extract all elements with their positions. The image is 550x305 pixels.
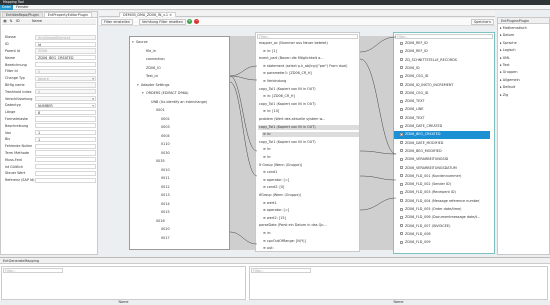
plugin-category[interactable]: ▸ Gruppen [500, 69, 518, 76]
plugin-category-label: Default [502, 85, 516, 90]
plugin-category[interactable]: ▸ Default [500, 84, 515, 91]
connection-line [359, 58, 397, 155]
plugin-category-label: Datum [502, 33, 515, 38]
connection-line [359, 36, 397, 53]
bottom-tab[interactable]: EntGenerateMapping [0, 258, 550, 264]
bottom-search-input-right[interactable]: Filter... [251, 268, 311, 273]
connection-line [359, 175, 397, 181]
connection-line [359, 197, 397, 211]
plugin-category[interactable]: ▸ Zig [500, 92, 508, 99]
plugin-category[interactable]: ▸ Datum [500, 32, 514, 39]
plugin-category-label: Mathematisch [502, 26, 527, 30]
connection-line [359, 150, 397, 155]
bottom-table-right: Filter... Name [249, 266, 548, 304]
plugin-category[interactable]: ▸ Mathematisch [500, 25, 527, 32]
plugin-category[interactable]: ▸ Logisch [500, 47, 516, 54]
bottom-search-input[interactable]: Filter... [3, 268, 63, 273]
mapping-connections [229, 36, 397, 245]
connection-line [229, 65, 258, 77]
plugin-category-label: Logisch [502, 48, 516, 53]
plugin-category-label: Zig [502, 92, 509, 97]
connection-line [229, 75, 258, 152]
plugin-category-label: Gruppen [502, 70, 518, 75]
plugin-category-label: Text [502, 63, 510, 67]
plugins-header: EntPluginsPlugin [498, 18, 549, 24]
plugin-category[interactable]: ▸ Sprache [500, 40, 517, 47]
plugin-category-label: XML [502, 55, 510, 60]
plugins-panel: EntPluginsPlugin ▸ Mathematisch ▸ Datum ▸ … [497, 17, 550, 255]
plugin-category-label: Allgemein [502, 77, 520, 82]
bottom-table-left: Filter... Name [1, 266, 246, 304]
connection-line [229, 81, 258, 177]
plugin-category[interactable]: ▸ Text [500, 62, 510, 69]
bottom-panel: EntGenerateMapping Filter... Name Filter… [0, 257, 550, 304]
plugin-category-label: Sprache [502, 40, 517, 45]
connection-line [229, 231, 258, 245]
plugin-category[interactable]: ▸ Allgemein [500, 77, 520, 84]
plugin-category[interactable]: ▸ XML [500, 55, 510, 62]
